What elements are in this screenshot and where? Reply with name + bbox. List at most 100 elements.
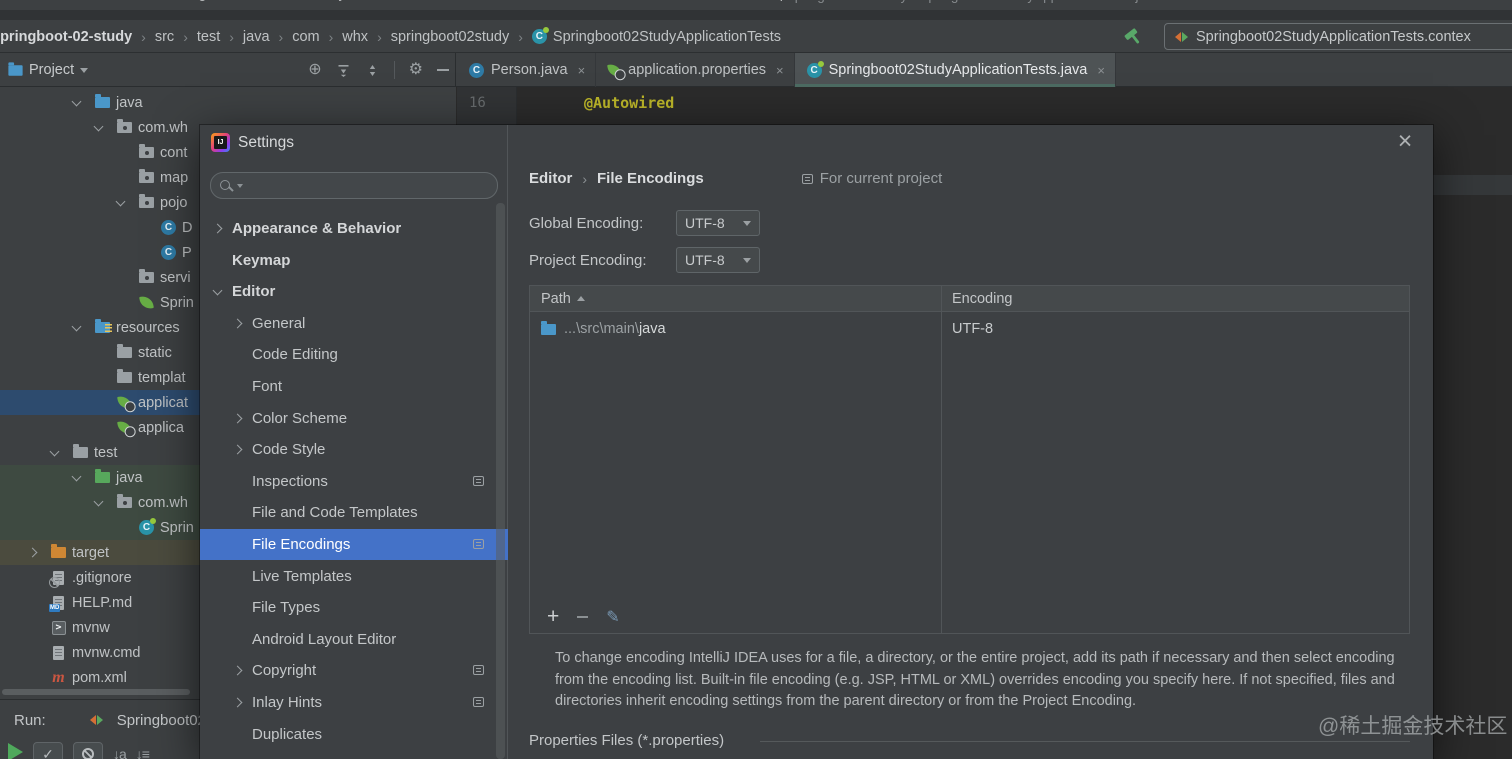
remove-icon[interactable]	[577, 616, 589, 618]
chevron-down-icon[interactable]	[71, 321, 82, 331]
expand-all-icon[interactable]	[336, 63, 351, 78]
settings-item-label: Font	[252, 378, 283, 395]
global-encoding-select[interactable]: UTF-8	[676, 210, 760, 236]
settings-tree-item[interactable]: Color Scheme	[200, 403, 508, 434]
project-tree-item[interactable]: java	[0, 90, 456, 115]
settings-tree-item[interactable]: Copyright	[200, 655, 508, 686]
build-hammer-icon[interactable]	[1122, 25, 1144, 47]
settings-tree-item[interactable]: File and Code Templates	[200, 497, 508, 528]
editor-tab[interactable]: application.properties ×	[596, 53, 795, 87]
settings-item-label: Editor	[232, 283, 276, 300]
menu-item-run[interactable]: Run	[508, 0, 559, 2]
horizontal-scrollbar[interactable]	[2, 689, 190, 695]
chevron-right-icon[interactable]	[212, 223, 223, 234]
breadcrumb-item[interactable]: src	[155, 29, 174, 45]
menu-item-file[interactable]: File	[6, 0, 53, 2]
settings-search-input[interactable]	[210, 172, 498, 199]
settings-tree-item[interactable]: Duplicates	[200, 719, 508, 750]
settings-tree-item[interactable]: Code Editing	[200, 339, 508, 370]
settings-tree-item[interactable]: Editor	[200, 276, 508, 307]
chevron-right-icon[interactable]	[232, 413, 243, 424]
breadcrumb-item[interactable]: test	[197, 29, 220, 45]
menu-item-navigate[interactable]: Navigate	[158, 0, 239, 2]
tree-item-label: java	[116, 469, 143, 486]
settings-gear-icon[interactable]: ⚙	[409, 62, 423, 78]
path-column-header[interactable]: Path	[541, 291, 571, 307]
icon-slot	[138, 194, 155, 208]
breadcrumb-item[interactable]: whx	[342, 29, 368, 45]
menu-item-analyze[interactable]: Analyze	[297, 0, 373, 2]
menu-item-edit[interactable]: Edit	[53, 0, 102, 2]
chevron-down-icon[interactable]	[71, 96, 82, 106]
chevron-down-icon[interactable]	[115, 196, 126, 206]
menu-item-tools[interactable]: Tools	[559, 0, 617, 2]
menu-item-view[interactable]: View	[102, 0, 157, 2]
settings-tree-item[interactable]: Code Style	[200, 434, 508, 465]
add-icon[interactable]: +	[547, 606, 559, 627]
chevron-down-icon[interactable]	[71, 471, 82, 481]
editor-tab[interactable]: C Springboot02StudyApplicationTests.java ×	[794, 53, 1116, 87]
menu-item-refactor[interactable]: Refactor	[373, 0, 452, 2]
path-name: java	[638, 321, 666, 337]
breadcrumb-separator: ›	[141, 28, 146, 45]
sort-by-duration-icon[interactable]: ↓≡	[136, 746, 150, 759]
breadcrumb-parent[interactable]: Editor	[529, 170, 572, 187]
encoding-column-header[interactable]: Encoding	[952, 291, 1012, 307]
settings-tree-scrollbar[interactable]	[496, 203, 505, 759]
encoding-table-row[interactable]: ...\src\main\ java UTF-8	[530, 313, 1409, 345]
chevron-right-icon[interactable]	[232, 665, 243, 676]
hide-panel-icon[interactable]	[437, 69, 449, 71]
chevron-right-icon[interactable]	[27, 547, 38, 558]
breadcrumb-item[interactable]: springboot02study	[391, 29, 510, 45]
chevron-down-icon[interactable]	[49, 446, 60, 456]
collapse-all-icon[interactable]	[365, 63, 380, 78]
tree-item-label: map	[160, 169, 189, 186]
chevron-slot	[93, 121, 116, 131]
show-passed-button[interactable]: ✓	[33, 742, 63, 759]
breadcrumb-item[interactable]: springboot-02-study	[0, 29, 132, 45]
settings-tree-item[interactable]: Inspections	[200, 466, 508, 497]
tab-close-icon[interactable]: ×	[1097, 63, 1105, 78]
settings-tree-item[interactable]: Appearance & Behavior	[200, 213, 508, 244]
edit-pencil-icon[interactable]: ✎	[606, 607, 619, 627]
settings-tree-item[interactable]: Inlay Hints	[200, 687, 508, 718]
sort-alphabetically-icon[interactable]: ↓a	[113, 746, 127, 759]
show-ignored-button[interactable]	[73, 742, 103, 759]
editor-tab[interactable]: C Person.java ×	[457, 53, 597, 87]
settings-tree-item[interactable]: File Encodings	[200, 529, 508, 560]
menu-item-code[interactable]: Code	[239, 0, 298, 2]
chevron-down-icon[interactable]	[93, 121, 104, 131]
chevron-right-icon[interactable]	[232, 444, 243, 455]
breadcrumb-item[interactable]: Springboot02StudyApplicationTests	[553, 29, 781, 45]
settings-tree-item[interactable]: Live Templates	[200, 561, 508, 592]
breadcrumb-item[interactable]: com	[292, 29, 319, 45]
settings-tree-item[interactable]: General	[200, 308, 508, 339]
script-file-icon: >	[51, 620, 66, 635]
run-configuration-select[interactable]: Springboot02StudyApplicationTests.contex	[1164, 23, 1512, 50]
chevron-down-icon[interactable]	[93, 496, 104, 506]
chevron-right-icon[interactable]	[232, 318, 243, 329]
settings-tree-item[interactable]: Android Layout Editor	[200, 624, 508, 655]
breadcrumb-separator: ›	[377, 28, 382, 45]
project-encoding-select[interactable]: UTF-8	[676, 247, 760, 273]
settings-tree-item[interactable]: Font	[200, 371, 508, 402]
chevron-slot	[93, 496, 116, 506]
locate-file-icon[interactable]: ⊕	[308, 62, 321, 78]
package-icon	[139, 144, 154, 158]
menu-item-vcs[interactable]: VCS	[617, 0, 671, 2]
chevron-down-icon[interactable]	[212, 285, 223, 295]
tab-close-icon[interactable]: ×	[578, 63, 586, 78]
settings-tree-item[interactable]: File Types	[200, 592, 508, 623]
project-panel-header[interactable]: Project ⊕ ⚙	[0, 53, 456, 87]
tab-label: Person.java	[491, 62, 568, 78]
chevron-right-icon[interactable]	[232, 697, 243, 708]
settings-tree-item[interactable]: Keymap	[200, 245, 508, 276]
menu-item-window[interactable]: Window	[670, 0, 746, 2]
rerun-play-icon[interactable]	[8, 743, 23, 759]
tab-close-icon[interactable]: ×	[776, 63, 784, 78]
encoding-table-toolbar: + ✎	[530, 601, 1409, 633]
encoding-table-header[interactable]: Path Encoding	[530, 286, 1409, 312]
breadcrumb-item[interactable]: java	[243, 29, 270, 45]
menu-item-build[interactable]: Build	[452, 0, 508, 2]
icon-slot: C	[160, 220, 177, 235]
